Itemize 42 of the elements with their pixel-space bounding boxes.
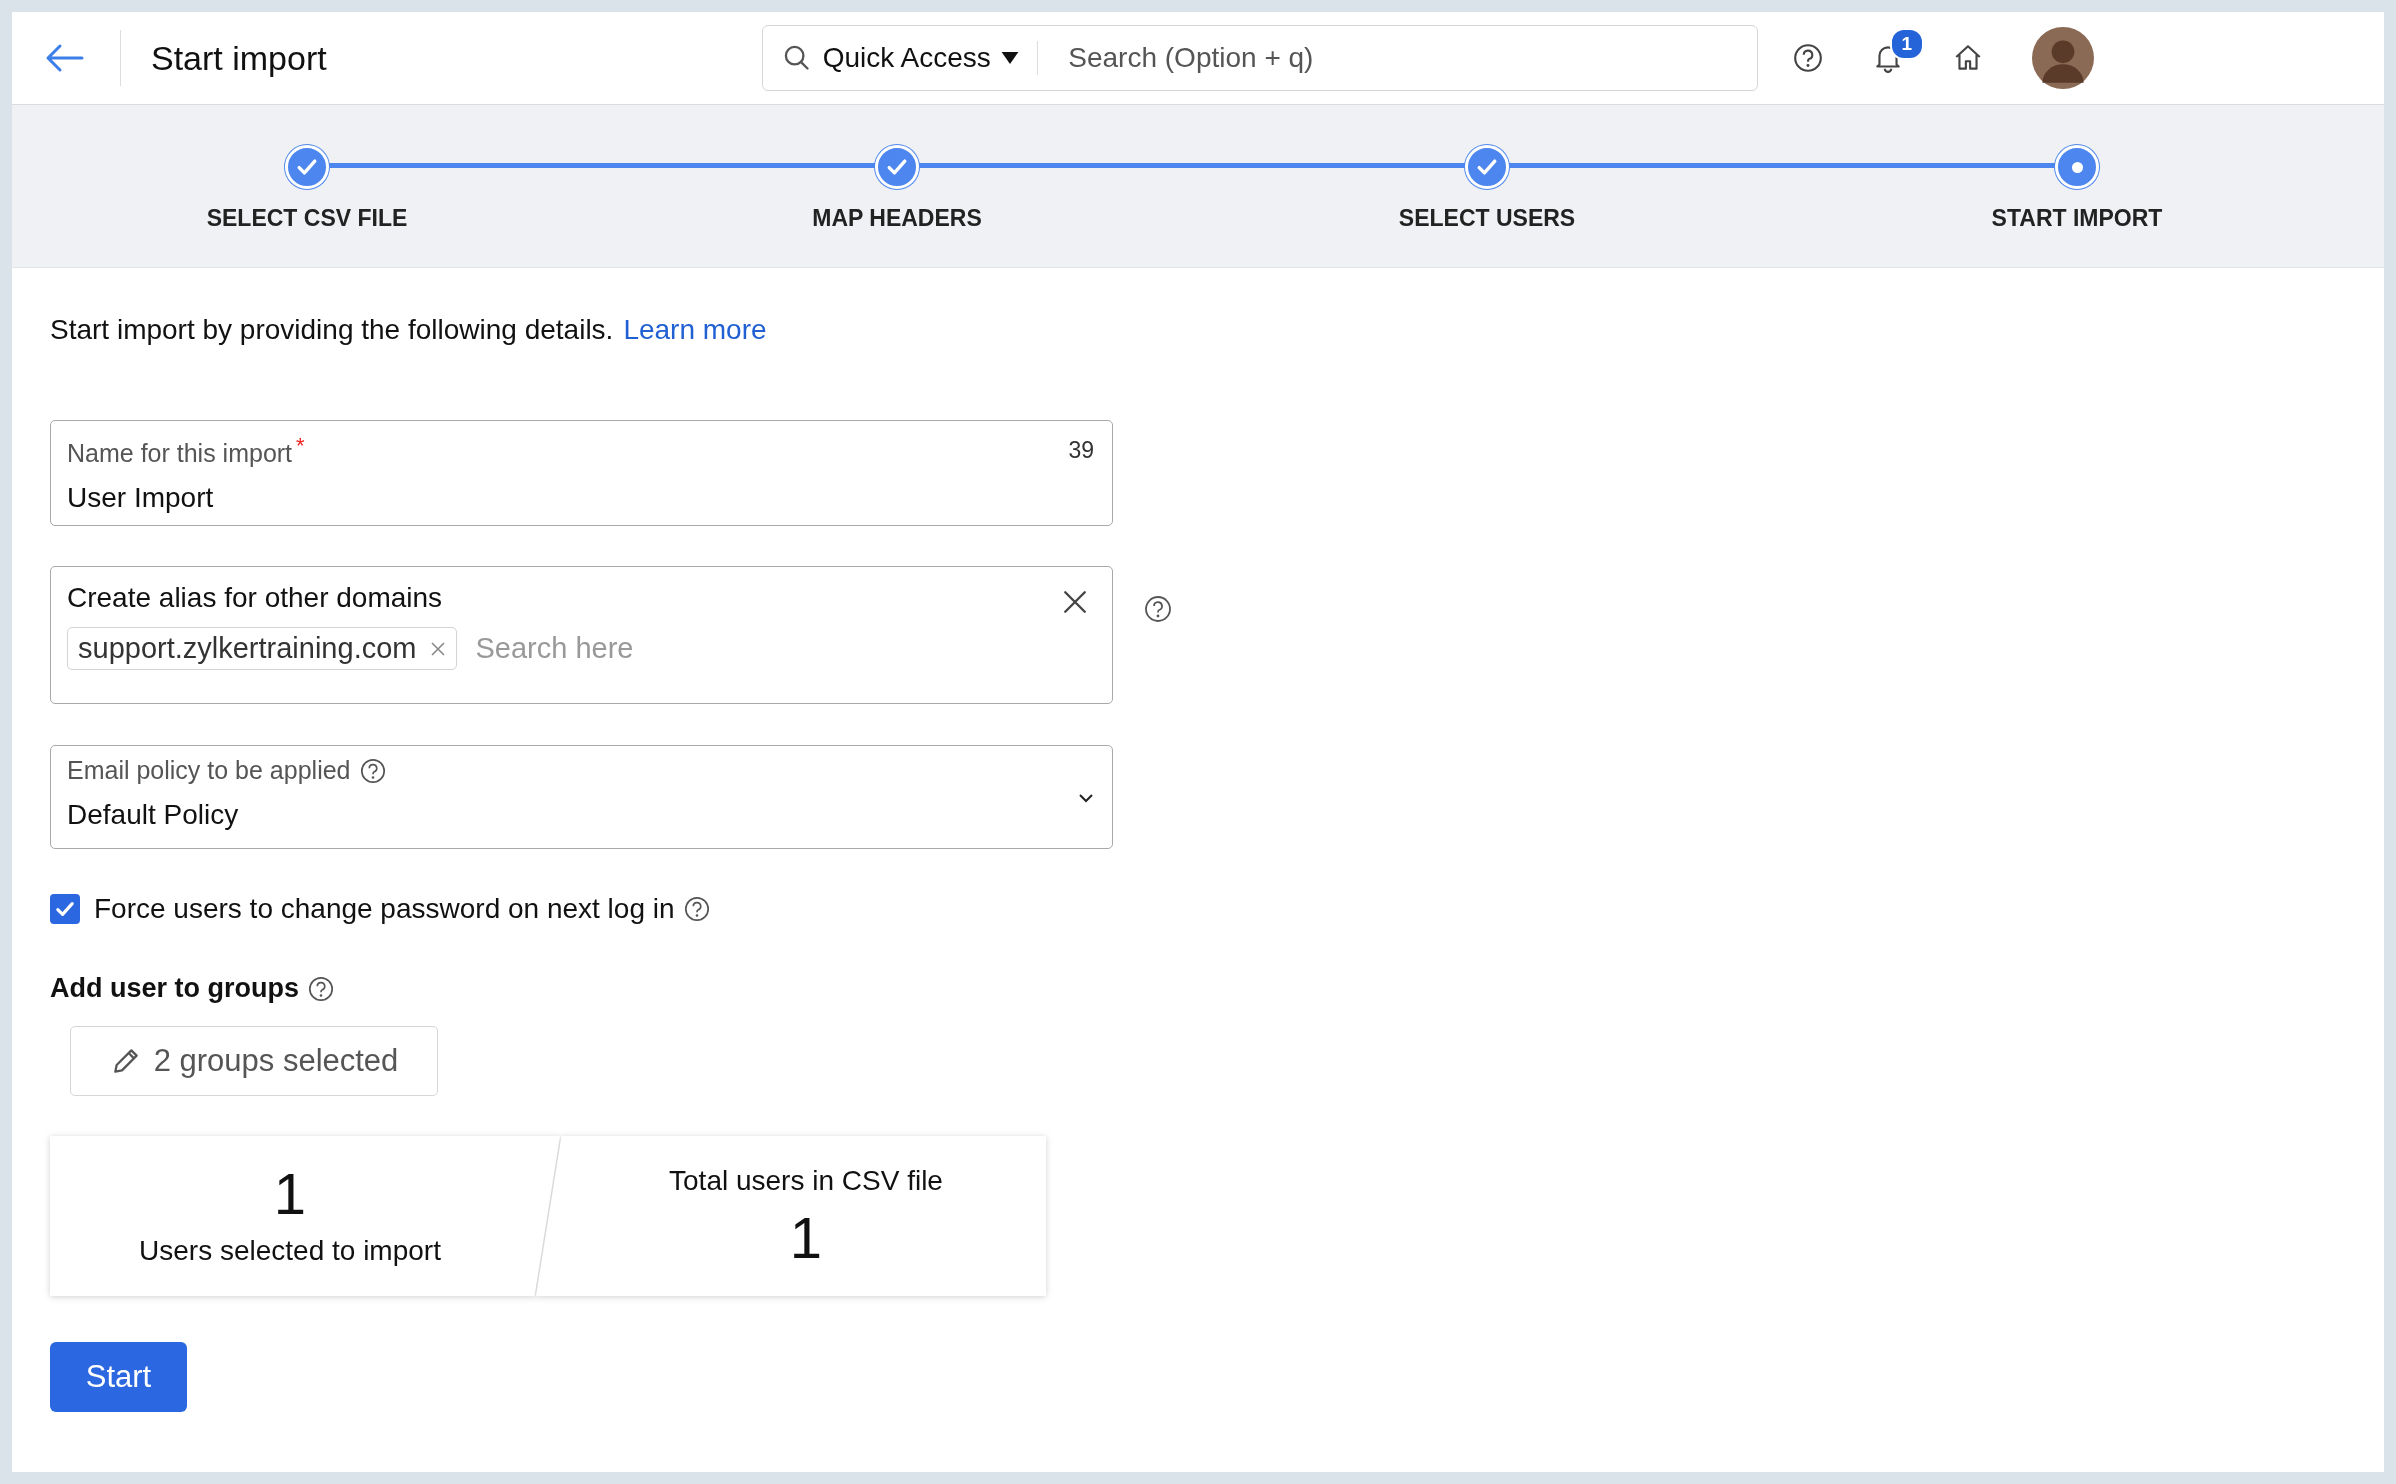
- checkbox[interactable]: [50, 894, 80, 924]
- groups-button[interactable]: 2 groups selected: [70, 1026, 438, 1096]
- help-icon[interactable]: [307, 974, 335, 1003]
- alias-field[interactable]: Create alias for other domains support.zylkertraining.com Search here: [50, 566, 1113, 704]
- intro-text: Start import by providing the following details.: [50, 314, 614, 346]
- required-mark: *: [296, 433, 305, 458]
- remove-icon[interactable]: [430, 640, 447, 657]
- summary-number: 1: [273, 1160, 307, 1229]
- section-heading: Add user to groups: [50, 973, 299, 1004]
- name-field[interactable]: Name for this import $^{*}$ 39 User Import: [50, 420, 1113, 526]
- field-value: Default Policy: [67, 799, 240, 831]
- caret-icon: [1000, 52, 1019, 64]
- character-counter: 39: [1068, 437, 1095, 465]
- policy-dropdown[interactable]: Email policy to be applied Default Policy: [50, 745, 1113, 849]
- step-label: SELECT USERS: [1398, 205, 1576, 232]
- step-label: MAP HEADERS: [812, 205, 982, 232]
- step-label: SELECT CSV FILE: [206, 205, 408, 232]
- summary-label: Total users in CSV file: [669, 1165, 943, 1198]
- tag-text: support.zylkertraining.com: [78, 632, 417, 665]
- field-label: Email policy to be applied: [67, 756, 351, 785]
- notification-badge: 1: [1889, 28, 1924, 60]
- step-label: START IMPORT: [1991, 205, 2163, 232]
- checkbox-label: Force users to change password on next log in: [94, 893, 675, 925]
- summary-label: Users selected to import: [139, 1234, 441, 1267]
- field-label: Create alias for other domains: [67, 582, 443, 614]
- help-icon[interactable]: [358, 756, 387, 785]
- avatar[interactable]: [2031, 27, 2094, 89]
- help-icon[interactable]: [682, 895, 711, 923]
- help-icon[interactable]: [1791, 42, 1824, 74]
- start-button[interactable]: Start: [50, 1342, 187, 1412]
- back-arrow-icon[interactable]: [44, 43, 84, 73]
- quick-access-dropdown[interactable]: Quick Access: [822, 42, 1019, 74]
- search-bar[interactable]: Quick Access Search (Option + q): [761, 25, 1758, 91]
- page-title: Start import: [151, 38, 327, 78]
- chevron-down-icon: [1078, 793, 1094, 803]
- field-label: Name for this import $^{*}$: [67, 433, 305, 469]
- help-icon[interactable]: [1143, 594, 1173, 624]
- learn-more-link[interactable]: Learn more: [623, 314, 767, 346]
- search-icon: [782, 44, 811, 72]
- summary-number: 1: [789, 1204, 823, 1273]
- field-value: User Import: [67, 482, 215, 515]
- close-icon[interactable]: [1062, 589, 1088, 615]
